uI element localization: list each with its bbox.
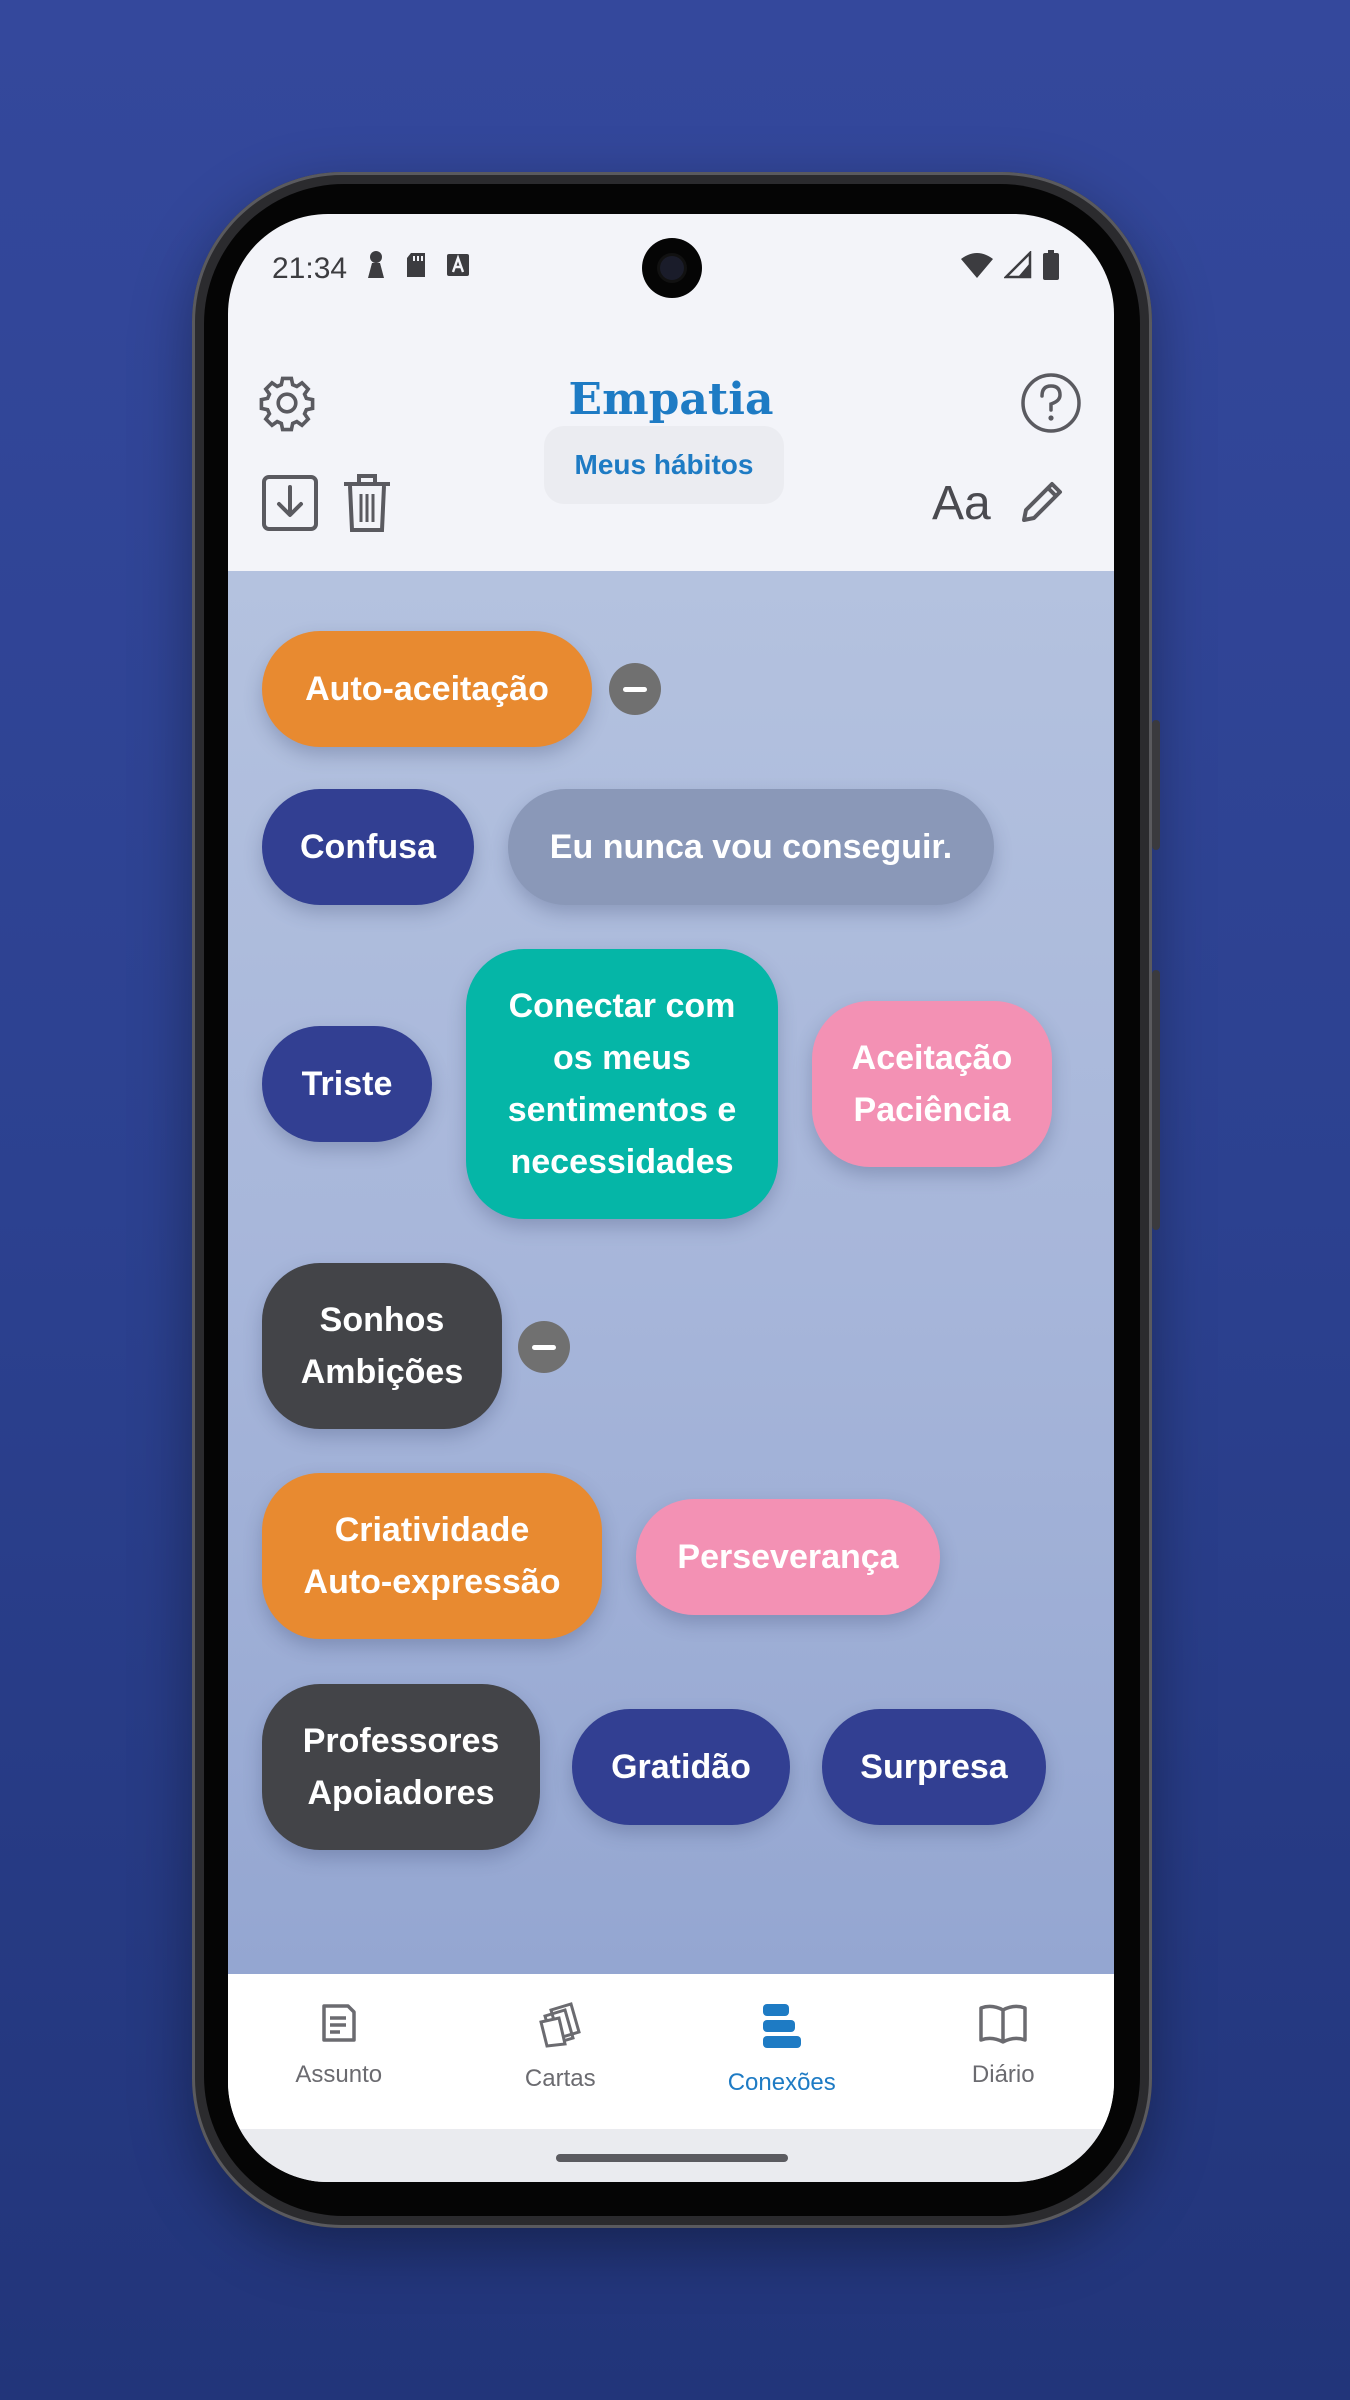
bottom-nav: Assunto Cartas Conexões Diário: [228, 1974, 1114, 2129]
bubble-gratidao[interactable]: Gratidão: [572, 1709, 790, 1825]
bubble-label-line: Sonhos: [319, 1301, 445, 1339]
bubble-label-line: os meus: [553, 1039, 691, 1077]
signal-icon: [1002, 249, 1032, 287]
person-icon: [365, 250, 387, 288]
bubble-label-line: sentimentos e: [507, 1091, 737, 1129]
bubble-perseveranca[interactable]: Perseverança: [636, 1499, 940, 1615]
bubble-need[interactable]: Conectar com os meus sentimentos e neces…: [466, 949, 778, 1219]
nav-label: Conexões: [727, 2069, 836, 2096]
bubble-label: Perseverança: [677, 1538, 899, 1576]
nav-item-cartas[interactable]: Cartas: [450, 1974, 672, 2129]
cards-icon: [537, 2002, 583, 2055]
status-time: 21:34: [272, 252, 348, 285]
stack-icon: [761, 2002, 803, 2059]
bubble-criatividade[interactable]: Criatividade Auto-expressão: [262, 1473, 602, 1639]
bubble-label: Confusa: [300, 828, 436, 866]
bubble-label-line: Apoiadores: [307, 1774, 495, 1812]
bubble-label-line: Professores: [302, 1722, 500, 1760]
bubble-triste[interactable]: Triste: [262, 1026, 432, 1142]
font-size-button[interactable]: Aa: [932, 476, 991, 531]
battery-icon: [1042, 250, 1060, 288]
connections-canvas: Auto-aceitação Confusa Eu nunca vou cons…: [228, 571, 1114, 1974]
nav-label: Diário: [971, 2061, 1035, 2088]
bubble-thought[interactable]: Eu nunca vou conseguir.: [508, 789, 994, 905]
bubble-label-line: Ambições: [300, 1353, 464, 1391]
sd-card-icon: [405, 252, 427, 286]
bubble-label-line: Criatividade: [334, 1511, 530, 1549]
bubble-auto-aceitacao[interactable]: Auto-aceitação: [262, 631, 592, 747]
bubble-aceitacao-paciencia[interactable]: Aceitação Paciência: [812, 1001, 1052, 1167]
remove-minus-icon[interactable]: [518, 1321, 570, 1373]
bubble-label-line: Paciência: [853, 1091, 1011, 1129]
bubble-label-line: necessidades: [510, 1143, 734, 1181]
keyboard-a-icon: [445, 252, 471, 286]
my-habits-button[interactable]: Meus hábitos: [544, 426, 784, 504]
bubble-professores[interactable]: Professores Apoiadores: [262, 1684, 540, 1850]
wifi-icon: [960, 251, 994, 287]
edit-pencil-icon[interactable]: [1018, 476, 1068, 526]
bubble-label: Surpresa: [860, 1748, 1008, 1786]
help-icon[interactable]: [1020, 372, 1082, 434]
app-screen: 21:34 Empatia Meus hábitos Aa Auto-aceit…: [228, 214, 1114, 2182]
bubble-confusa[interactable]: Confusa: [262, 789, 474, 905]
nav-label: Assunto: [295, 2061, 383, 2088]
bubble-label-line: Aceitação: [851, 1039, 1013, 1077]
front-camera: [642, 238, 702, 298]
download-icon[interactable]: [262, 474, 318, 532]
home-gesture-bar[interactable]: [556, 2154, 788, 2162]
bubble-sonhos-ambicoes[interactable]: Sonhos Ambições: [262, 1263, 502, 1429]
power-button: [1152, 970, 1160, 1230]
book-icon: [978, 2002, 1028, 2051]
bubble-label-line: Conectar com: [508, 987, 736, 1025]
bubble-label: Triste: [301, 1065, 393, 1103]
bubble-label: Auto-aceitação: [305, 670, 549, 708]
nav-item-assunto[interactable]: Assunto: [228, 1974, 450, 2129]
bubble-label-line: Auto-expressão: [303, 1563, 561, 1601]
volume-button: [1152, 720, 1160, 850]
bubble-surpresa[interactable]: Surpresa: [822, 1709, 1046, 1825]
bubble-label: Gratidão: [611, 1748, 751, 1786]
nav-label: Cartas: [524, 2065, 596, 2092]
page-title: Empatia: [568, 374, 774, 425]
trash-icon[interactable]: [342, 472, 392, 534]
remove-minus-icon[interactable]: [609, 663, 661, 715]
document-icon: [318, 2002, 360, 2051]
nav-item-conexoes[interactable]: Conexões: [671, 1974, 893, 2129]
bubble-label: Eu nunca vou conseguir.: [549, 828, 953, 866]
nav-item-diario[interactable]: Diário: [893, 1974, 1115, 2129]
